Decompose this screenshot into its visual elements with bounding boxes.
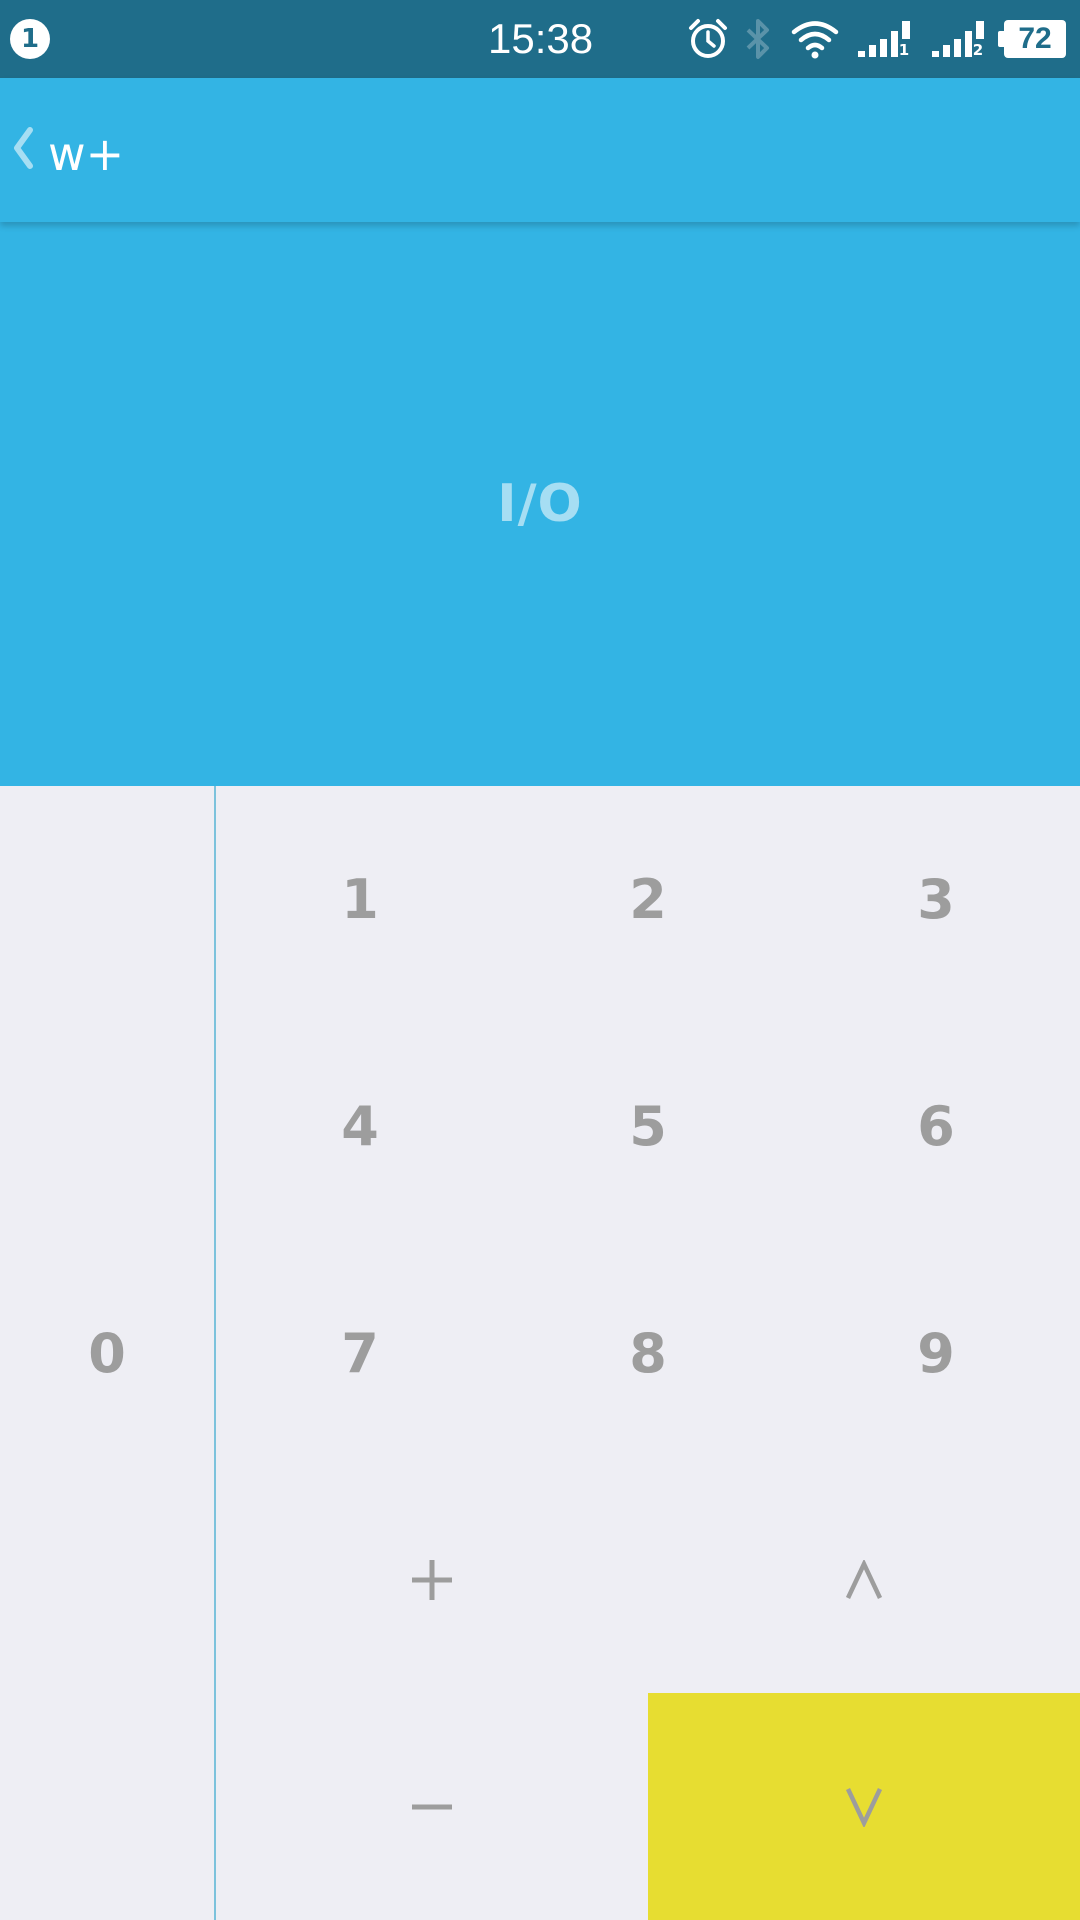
minus-icon — [412, 1804, 452, 1809]
alarm-icon — [689, 19, 727, 58]
sim1-label: 1 — [899, 41, 909, 59]
key-2[interactable]: 2 — [504, 786, 792, 1013]
key-5[interactable]: 5 — [504, 1013, 792, 1240]
key-plus[interactable] — [216, 1467, 648, 1693]
sim2-label: 2 — [973, 41, 983, 59]
key-7[interactable]: 7 — [216, 1240, 504, 1467]
battery-icon: 72 — [1004, 20, 1066, 58]
signal-sim1-icon: 1 — [858, 21, 910, 59]
keypad: 0 1 2 3 4 5 6 7 8 9 — [0, 786, 1080, 1920]
bluetooth-icon — [746, 19, 769, 59]
key-0[interactable]: 0 — [0, 786, 214, 1920]
key-3[interactable]: 3 — [792, 786, 1080, 1013]
key-1[interactable]: 1 — [216, 786, 504, 1013]
status-bar: 1 15:38 1 2 72 — [0, 0, 1080, 78]
v-icon — [845, 1787, 883, 1827]
app-toolbar: w+ — [0, 78, 1080, 222]
signal-sim2-icon: 2 — [932, 21, 984, 59]
display-value: I/O — [497, 474, 583, 534]
key-8[interactable]: 8 — [504, 1240, 792, 1467]
key-caret[interactable] — [648, 1467, 1080, 1693]
key-minus[interactable] — [216, 1693, 648, 1920]
notification-badge: 1 — [10, 19, 50, 59]
key-v[interactable] — [648, 1693, 1080, 1920]
status-time: 15:38 — [488, 15, 594, 62]
chevron-left-icon[interactable] — [10, 126, 36, 170]
input-display: I/O — [0, 222, 1080, 786]
toolbar-title[interactable]: w+ — [48, 124, 124, 184]
caret-icon — [845, 1560, 883, 1599]
key-9[interactable]: 9 — [792, 1240, 1080, 1467]
wifi-icon — [791, 21, 839, 59]
plus-icon — [412, 1560, 452, 1600]
key-6[interactable]: 6 — [792, 1013, 1080, 1240]
key-4[interactable]: 4 — [216, 1013, 504, 1240]
